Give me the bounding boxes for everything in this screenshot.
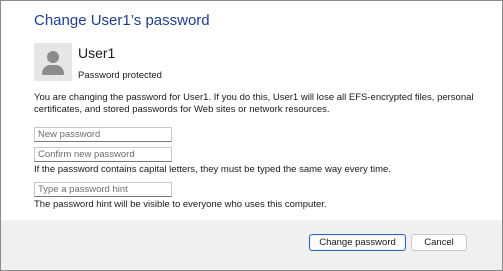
dialog-title: Change User1’s password <box>34 12 210 29</box>
user-name: User1 <box>78 45 116 61</box>
user-status: Password protected <box>78 70 162 81</box>
efs-warning-text: You are changing the password for User1.… <box>34 92 474 115</box>
confirm-password-input[interactable] <box>34 147 172 162</box>
avatar-body <box>42 65 64 75</box>
new-password-input[interactable] <box>34 127 172 142</box>
user-avatar-icon <box>34 43 72 81</box>
password-hint-input[interactable] <box>34 182 172 197</box>
caps-note: If the password contains capital letters… <box>34 164 391 175</box>
hint-note: The password hint will be visible to eve… <box>34 199 327 210</box>
cancel-button[interactable]: Cancel <box>411 234 467 251</box>
avatar-head <box>47 51 59 63</box>
change-password-button[interactable]: Change password <box>309 234 406 251</box>
